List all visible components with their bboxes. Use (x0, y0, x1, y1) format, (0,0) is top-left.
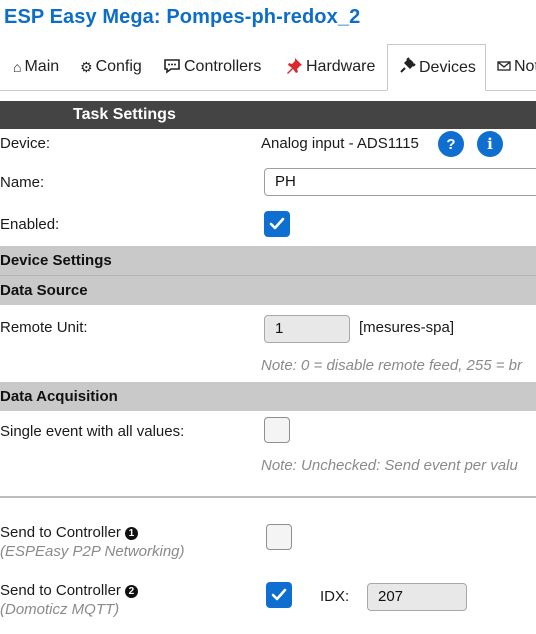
device-label: Device: (0, 135, 51, 152)
checkmark-icon (269, 217, 285, 230)
controller-2-checkbox[interactable] (266, 582, 292, 608)
remote-unit-name: [mesures-spa] (359, 319, 455, 336)
tab-notifications-label: Not (514, 58, 536, 75)
remote-unit-label: Remote Unit: (0, 319, 88, 336)
data-source-header: Data Source (0, 276, 536, 305)
controller-2-badge: 2 (124, 585, 138, 598)
single-event-note: Note: Unchecked: Send event per valu (261, 457, 518, 474)
remote-unit-note: Note: 0 = disable remote feed, 255 = br (261, 357, 522, 374)
tab-main[interactable]: ⌂ Main (13, 44, 59, 90)
pushpin-icon (285, 57, 303, 78)
tab-main-label: Main (24, 58, 60, 75)
device-value: Analog input - ADS1115 (261, 135, 419, 152)
data-acquisition-header: Data Acquisition (0, 382, 536, 411)
tab-hardware-label: Hardware (306, 58, 376, 75)
info-icon: i (487, 135, 493, 153)
device-settings-header: Device Settings (0, 246, 536, 275)
enabled-label: Enabled: (0, 216, 60, 233)
controller-2-title: Send to Controller (0, 582, 121, 599)
name-label: Name: (0, 174, 45, 191)
idx-input[interactable]: 207 (367, 583, 467, 611)
chat-icon (163, 58, 181, 77)
tab-config[interactable]: ⚙ Config (80, 44, 142, 90)
enabled-checkbox[interactable] (264, 211, 290, 237)
idx-label: IDX: (320, 588, 350, 605)
controller-1-label: Send to Controller 1 (0, 524, 138, 541)
section-divider (0, 496, 536, 498)
checkmark-icon (271, 588, 287, 601)
controller-1-sublabel: (ESPEasy P2P Networking) (0, 543, 185, 560)
controller-2-label: Send to Controller 2 (0, 582, 138, 599)
tab-controllers-label: Controllers (184, 58, 262, 75)
task-settings-title: Task Settings (73, 106, 176, 123)
help-icon: ? (446, 135, 456, 153)
tab-notifications[interactable]: Not (497, 44, 536, 90)
mail-icon (497, 59, 511, 75)
task-settings-header: Task Settings (0, 101, 536, 129)
home-icon: ⌂ (13, 59, 22, 75)
tab-controllers[interactable]: Controllers (163, 44, 261, 90)
tab-config-label: Config (95, 58, 142, 75)
tab-hardware[interactable]: Hardware (285, 44, 375, 90)
controller-2-sublabel: (Domoticz MQTT) (0, 601, 120, 618)
controller-1-title: Send to Controller (0, 524, 121, 541)
plug-icon (398, 57, 416, 78)
tab-devices-label: Devices (419, 58, 476, 76)
page-title: ESP Easy Mega: Pompes-ph-redox_2 (4, 6, 361, 28)
controller-1-checkbox[interactable] (266, 524, 292, 550)
remote-unit-input[interactable]: 1 (264, 315, 350, 343)
single-event-checkbox[interactable] (264, 417, 290, 443)
name-input[interactable]: PH (264, 168, 536, 196)
single-event-label: Single event with all values: (0, 423, 185, 440)
tab-devices[interactable]: Devices (387, 44, 486, 91)
help-button[interactable]: ? (438, 131, 464, 157)
info-button[interactable]: i (477, 131, 503, 157)
controller-1-badge: 1 (124, 527, 138, 540)
gear-icon: ⚙ (80, 58, 93, 75)
